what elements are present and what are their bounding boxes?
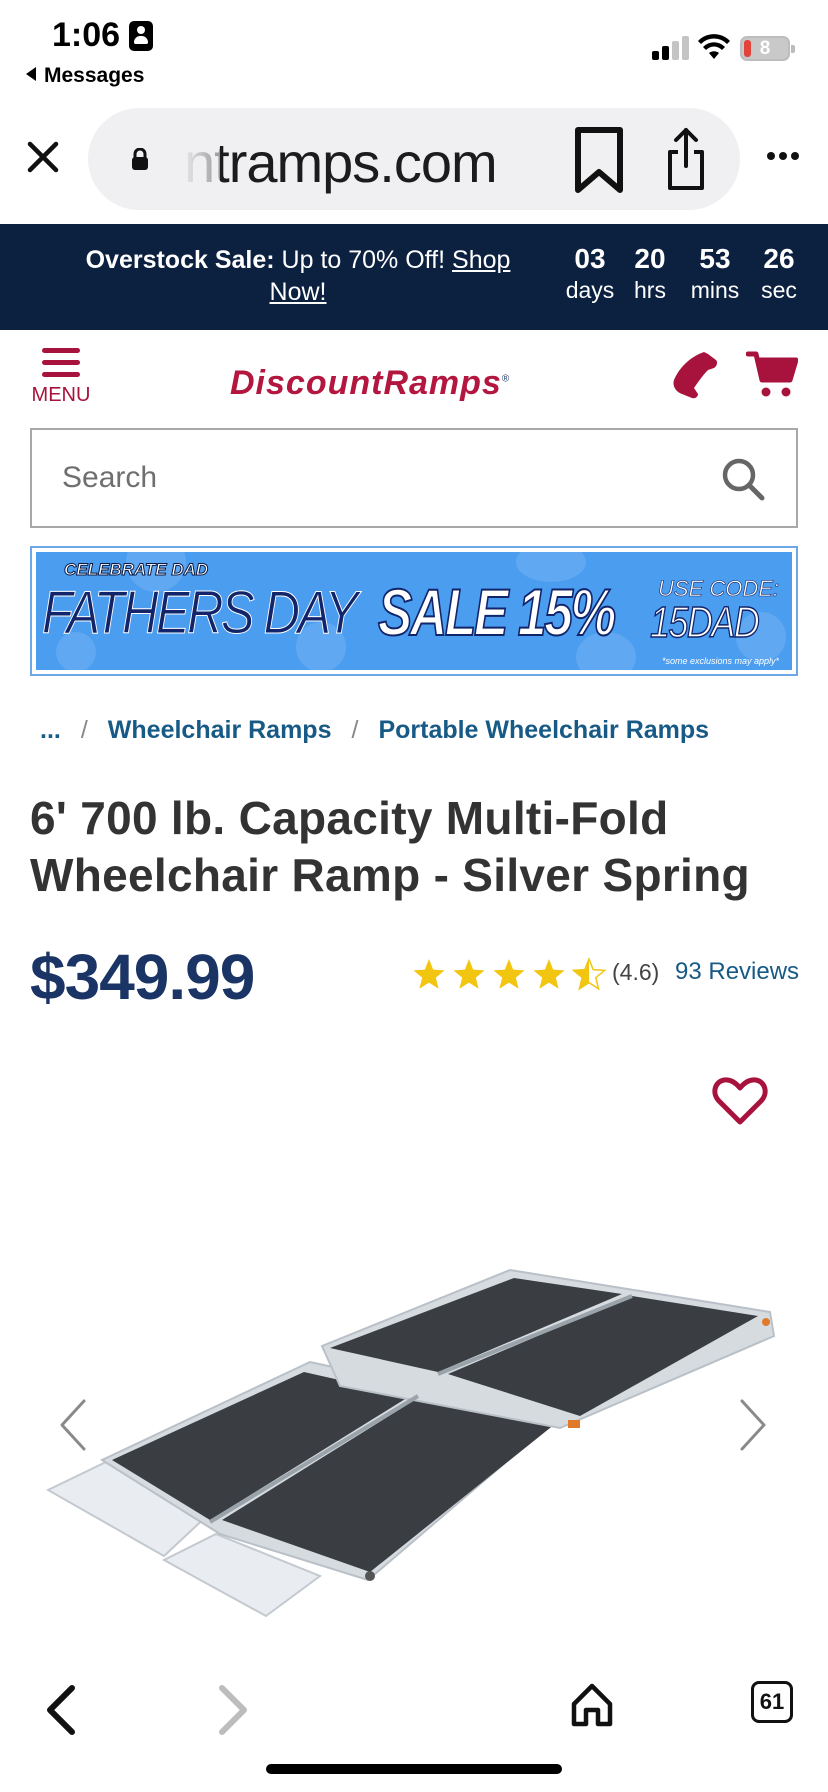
back-app-label: Messages	[44, 64, 145, 87]
product-price: $349.99	[30, 941, 255, 1013]
status-time: 1:06	[52, 16, 121, 54]
reviews-link[interactable]: 93 Reviews	[675, 958, 799, 986]
heart-icon[interactable]	[712, 1076, 768, 1126]
countdown-seconds: 26 sec	[761, 243, 797, 303]
menu-label: MENU	[31, 384, 91, 406]
hamburger-icon	[28, 348, 94, 377]
breadcrumb: ... / Wheelchair Ramps / Portable Wheelchair…	[40, 716, 710, 744]
banner-code: 15DAD	[649, 597, 760, 648]
bookmark-icon[interactable]	[572, 126, 626, 196]
rating-value: (4.6)	[612, 959, 660, 985]
search-input[interactable]	[62, 456, 682, 500]
status-bar: 1:06 Messages 8	[0, 0, 828, 100]
fathers-day-banner[interactable]: CELEBRATE DAD FATHERS DAY SALE 15% USE C…	[30, 546, 798, 676]
chevron-right-icon[interactable]	[738, 1398, 768, 1452]
banner-graphic: CELEBRATE DAD FATHERS DAY SALE 15% USE C…	[36, 552, 792, 670]
countdown-minutes: 53 mins	[690, 243, 740, 303]
url-text[interactable]: ntramps.com	[184, 130, 498, 195]
back-to-messages-link[interactable]: Messages	[26, 64, 144, 88]
wifi-icon	[698, 34, 730, 59]
star-icon	[453, 959, 485, 989]
battery-level: 8	[759, 38, 771, 59]
home-indicator	[266, 1764, 562, 1774]
star-icon	[413, 959, 445, 989]
cart-icon[interactable]	[746, 350, 798, 398]
menu-button[interactable]: MENU	[28, 348, 94, 414]
close-icon[interactable]	[26, 140, 60, 174]
breadcrumb-wheelchair-ramps[interactable]: Wheelchair Ramps	[108, 716, 332, 744]
star-icon	[533, 959, 565, 989]
breadcrumb-portable-ramps[interactable]: Portable Wheelchair Ramps	[378, 716, 709, 744]
back-triangle-icon	[26, 67, 36, 81]
chevron-left-icon[interactable]	[58, 1398, 88, 1452]
breadcrumb-ellipsis[interactable]: ...	[40, 716, 61, 744]
half-star-icon	[572, 958, 606, 990]
banner-exclusions: *some exclusions may apply*	[662, 656, 780, 666]
phone-icon[interactable]	[668, 350, 718, 400]
browser-toolbar: 61	[0, 1632, 828, 1792]
search-icon[interactable]	[720, 456, 766, 502]
home-icon[interactable]	[570, 1682, 614, 1728]
battery-icon: 8	[740, 36, 795, 61]
countdown-days: 03 days	[565, 243, 615, 303]
forward-arrow-icon[interactable]	[218, 1682, 252, 1738]
search-box	[30, 428, 798, 528]
star-icon	[493, 959, 525, 989]
countdown-hours: 20 hrs	[634, 243, 666, 303]
product-title: 6' 700 lb. Capacity Multi-Fold Wheelchai…	[30, 792, 750, 901]
product-image[interactable]	[40, 1250, 790, 1630]
share-icon[interactable]	[664, 124, 708, 194]
promo-bar: Overstock Sale: Up to 70% Off! Shop Now!…	[0, 224, 828, 330]
cell-signal-icon	[652, 36, 690, 60]
tabs-button[interactable]: 61	[751, 1681, 793, 1723]
promo-text: Overstock Sale: Up to 70% Off! Shop Now!	[85, 246, 511, 306]
address-bar[interactable]: ntramps.com	[88, 108, 740, 210]
lock-icon	[132, 148, 148, 170]
site-logo[interactable]: DiscountRamps®	[230, 364, 510, 403]
back-arrow-icon[interactable]	[42, 1682, 76, 1738]
focus-person-icon	[129, 21, 153, 51]
banner-title: FATHERS DAY	[42, 579, 359, 647]
more-icon[interactable]	[765, 150, 801, 162]
banner-celebrate-text: CELEBRATE DAD	[63, 560, 209, 580]
banner-sale-text: SALE 15%	[377, 574, 617, 650]
rating-stars[interactable]	[412, 954, 608, 994]
